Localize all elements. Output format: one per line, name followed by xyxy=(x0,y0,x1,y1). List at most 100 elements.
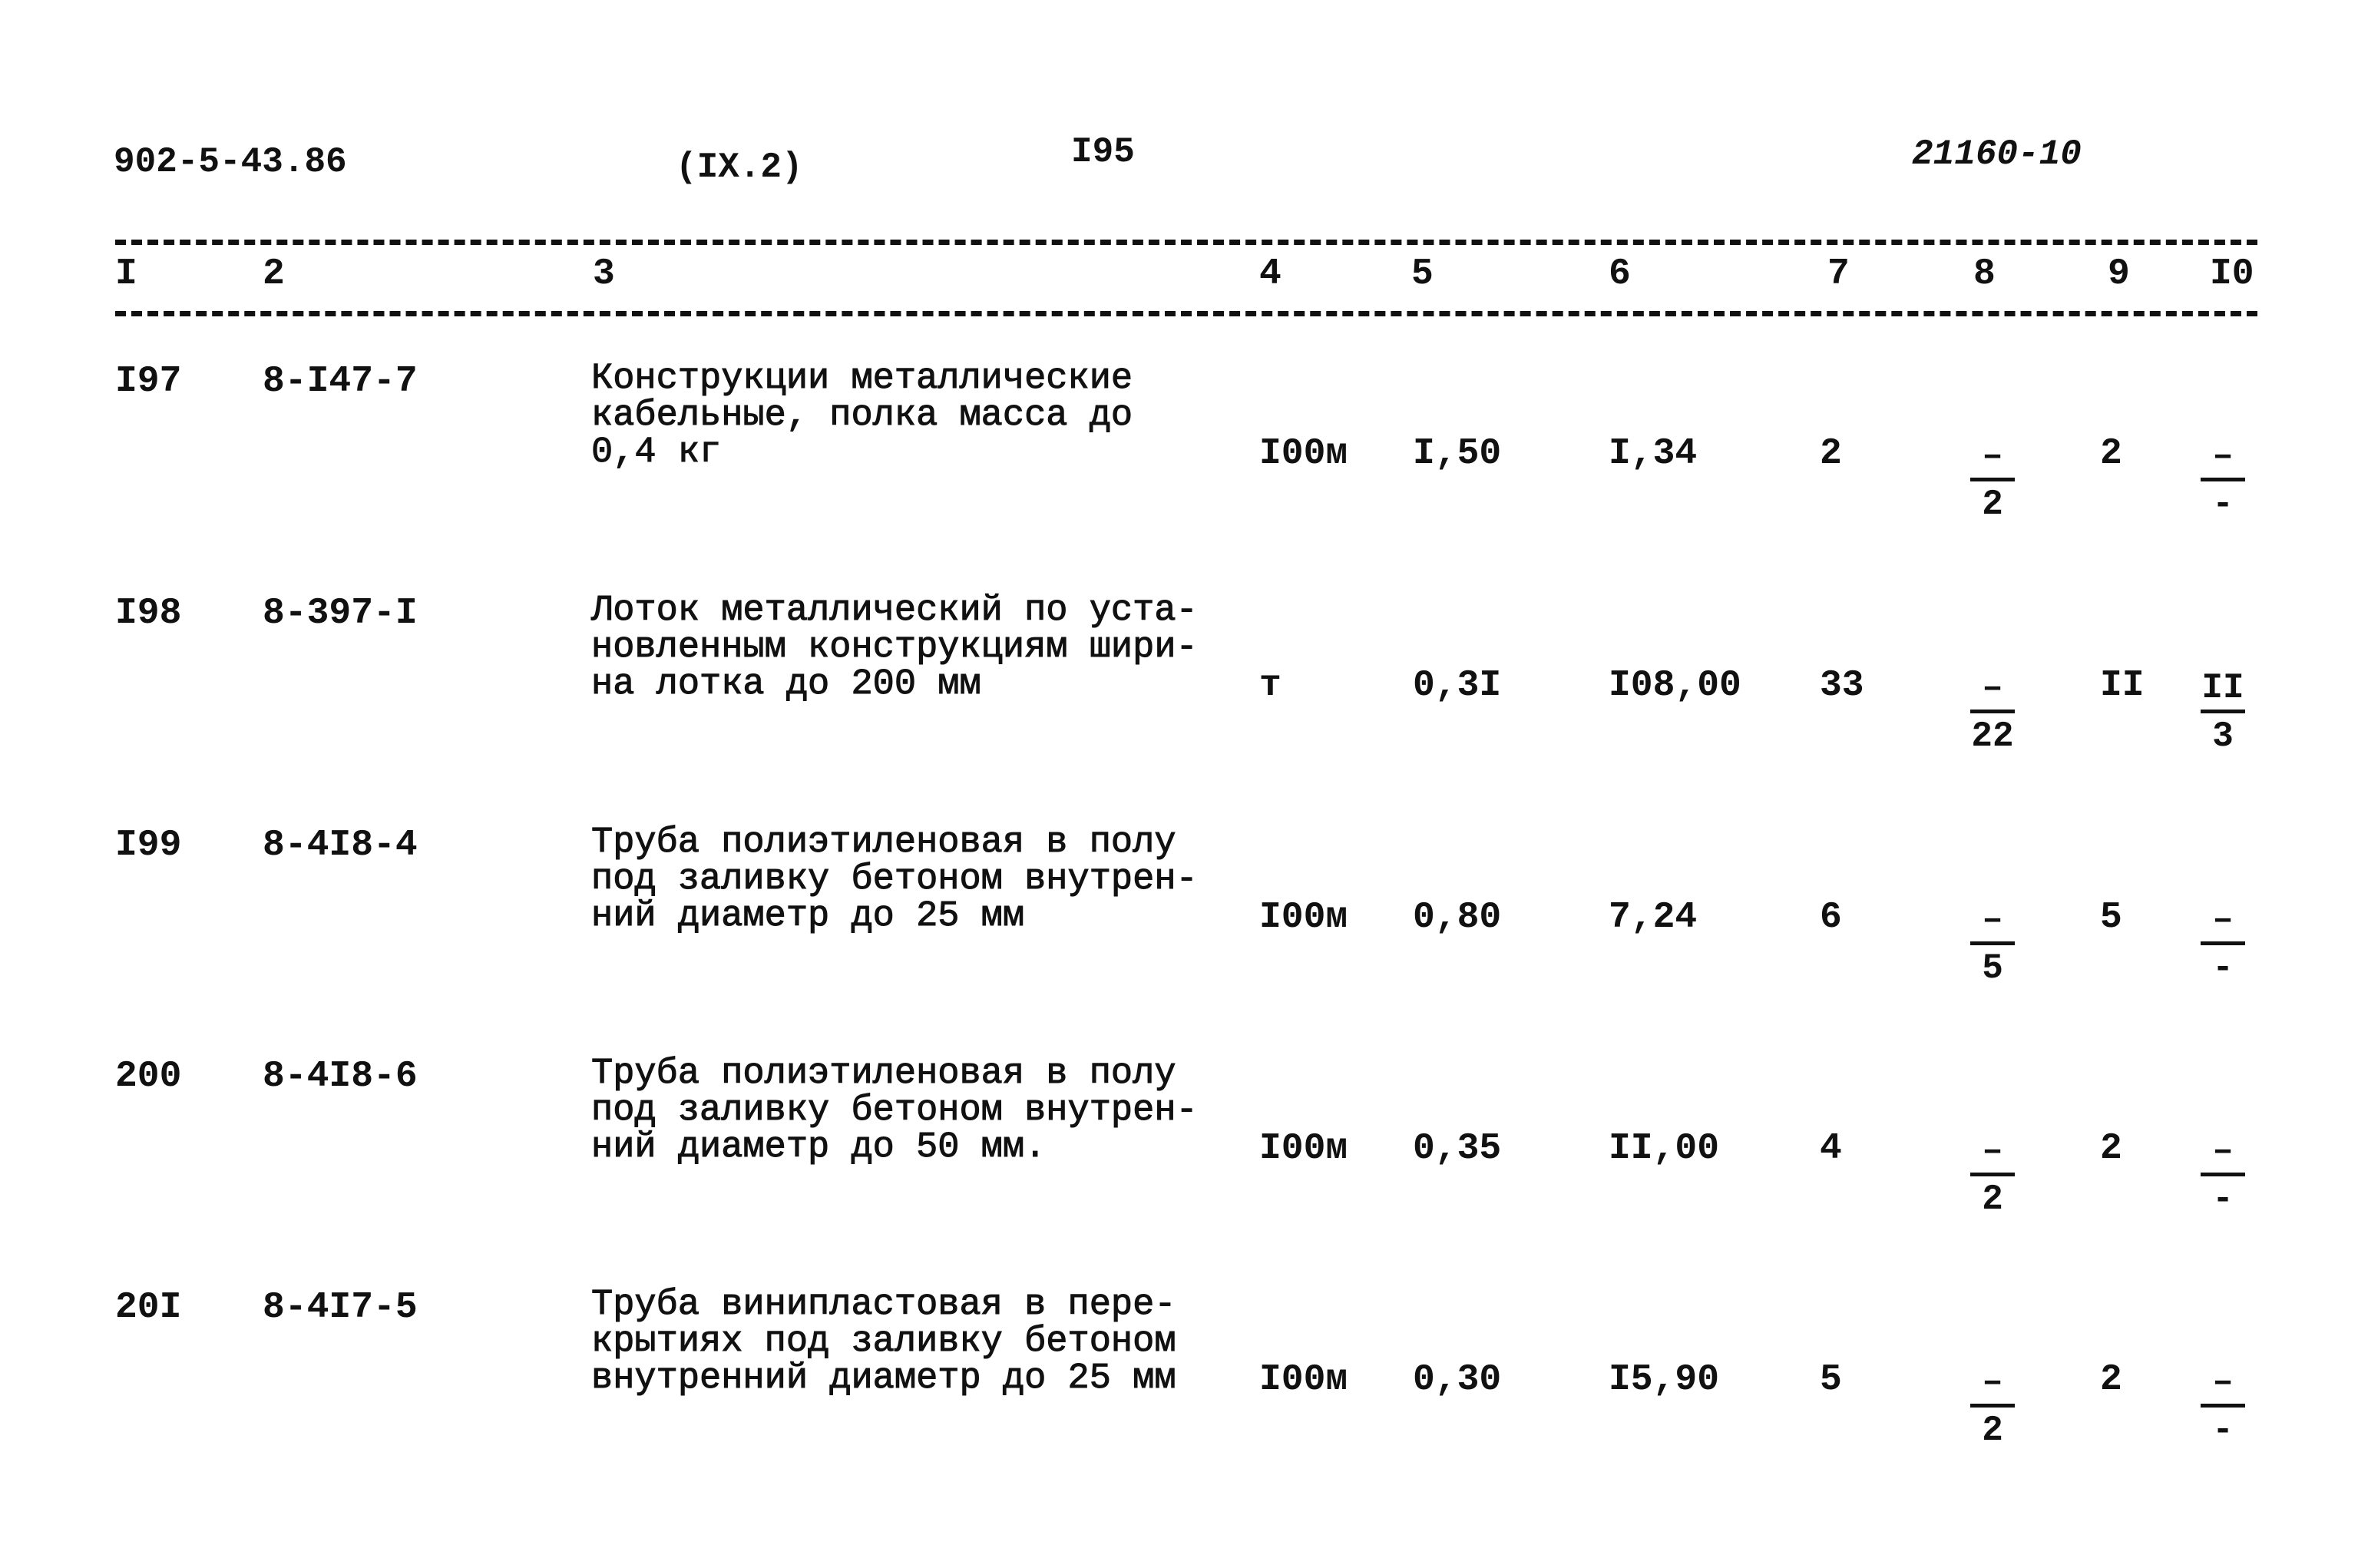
col-9-value: 2 xyxy=(2100,1128,2122,1169)
column-header: 9 xyxy=(2108,253,2130,295)
numerator: – xyxy=(2212,1131,2234,1171)
fraction-bar xyxy=(2201,941,2245,945)
column-header: 4 xyxy=(1259,253,1282,295)
col-10-fraction: – - xyxy=(2196,901,2250,987)
column-header: 3 xyxy=(593,253,615,295)
col-7-value: 6 xyxy=(1820,897,1842,938)
column-header: 7 xyxy=(1827,253,1850,295)
numerator: – xyxy=(2212,1362,2234,1402)
work-description: Труба винипластовая в пере- крытиях под … xyxy=(591,1285,1177,1399)
dashed-rule-top xyxy=(115,240,2257,245)
numerator: II xyxy=(2201,668,2244,708)
rate-code: 8-4I8-4 xyxy=(263,825,418,866)
numerator: – xyxy=(2212,900,2234,940)
col-6-value: 7,24 xyxy=(1609,897,1698,938)
numerator: – xyxy=(2212,436,2234,476)
fraction-bar xyxy=(1970,941,2015,945)
rate-code: 8-4I7-5 xyxy=(263,1287,418,1328)
work-description: Труба полиэтиленовая в полу под заливку … xyxy=(591,1054,1199,1168)
unit: I00м xyxy=(1259,433,1348,475)
denominator: 2 xyxy=(1982,485,2003,524)
col-9-value: 5 xyxy=(2100,897,2122,938)
column-header: I xyxy=(115,253,137,295)
col-7-value: 4 xyxy=(1820,1128,1842,1169)
quantity: 0,30 xyxy=(1413,1359,1502,1401)
col-9-value: 2 xyxy=(2100,433,2122,475)
section-label: (IX.2) xyxy=(676,147,803,187)
column-header: 2 xyxy=(263,253,285,295)
page-number: I95 xyxy=(1071,132,1135,172)
rate-code: 8-397-I xyxy=(263,593,418,634)
denominator: - xyxy=(2212,1179,2234,1219)
col-6-value: I5,90 xyxy=(1609,1359,1720,1401)
quantity: I,50 xyxy=(1413,433,1502,475)
fraction-bar xyxy=(1970,710,2015,713)
col-6-value: I,34 xyxy=(1609,433,1698,475)
col-10-fraction: II 3 xyxy=(2196,670,2250,755)
work-description: Лоток металлический по уста- новленным к… xyxy=(591,590,1199,705)
denominator: 3 xyxy=(2212,716,2234,756)
fraction-bar xyxy=(2201,478,2245,481)
fraction-bar xyxy=(1970,1404,2015,1408)
fraction-bar xyxy=(1970,478,2015,481)
table-row: I99 8-4I8-4 Труба полиэтиленовая в полу … xyxy=(0,822,2358,1055)
numerator: – xyxy=(1982,1131,2003,1171)
col-7-value: 33 xyxy=(1820,665,1864,706)
table-row: 200 8-4I8-6 Труба полиэтиленовая в полу … xyxy=(0,1054,2358,1286)
col-9-value: 2 xyxy=(2100,1359,2122,1401)
col-10-fraction: – - xyxy=(2196,1364,2250,1449)
numerator: – xyxy=(1982,900,2003,940)
work-description: Труба полиэтиленовая в полу под заливку … xyxy=(591,822,1199,937)
numerator: – xyxy=(1982,1362,2003,1402)
fraction-bar xyxy=(1970,1173,2015,1176)
col-7-value: 5 xyxy=(1820,1359,1842,1401)
row-number: I97 xyxy=(115,361,182,402)
col-6-value: I08,00 xyxy=(1609,665,1741,706)
archive-stamp: 21160-10 xyxy=(1912,134,2082,174)
table-row: I97 8-I47-7 Конструкции металлические ка… xyxy=(0,359,2358,591)
dashed-rule-bottom xyxy=(115,311,2257,316)
column-header: 8 xyxy=(1973,253,1996,295)
col-6-value: II,00 xyxy=(1609,1128,1720,1169)
fraction-bar xyxy=(2201,1173,2245,1176)
quantity: 0,3I xyxy=(1413,665,1502,706)
work-description: Конструкции металлические кабельные, пол… xyxy=(590,359,1133,473)
row-number: 200 xyxy=(115,1056,182,1097)
row-number: I98 xyxy=(115,593,182,634)
denominator: - xyxy=(2212,948,2234,988)
numerator: – xyxy=(1982,436,2003,476)
column-header: I0 xyxy=(2210,253,2254,295)
quantity: 0,80 xyxy=(1413,897,1502,938)
denominator: 5 xyxy=(1982,948,2003,988)
fraction-bar xyxy=(2201,710,2245,713)
denominator: 22 xyxy=(1971,716,2014,756)
rate-code: 8-4I8-6 xyxy=(263,1056,418,1097)
table-row: I98 8-397-I Лоток металлический по уста-… xyxy=(0,590,2358,823)
unit: т xyxy=(1259,665,1282,706)
fraction-bar xyxy=(2201,1404,2245,1408)
denominator: - xyxy=(2212,1411,2234,1451)
denominator: 2 xyxy=(1982,1179,2003,1219)
unit: I00м xyxy=(1259,1128,1348,1169)
numerator: – xyxy=(1982,668,2003,708)
quantity: 0,35 xyxy=(1413,1128,1502,1169)
col-8-fraction: –2 xyxy=(1966,438,2019,523)
row-number: I99 xyxy=(115,825,182,866)
col-7-value: 2 xyxy=(1820,433,1842,475)
document-code: 902-5-43.86 xyxy=(114,142,347,182)
column-header: 5 xyxy=(1411,253,1434,295)
unit: I00м xyxy=(1259,1359,1348,1401)
col-8-fraction: – 22 xyxy=(1966,670,2019,755)
col-8-fraction: –2 xyxy=(1966,1133,2019,1218)
col-10-fraction: – - xyxy=(2196,438,2250,523)
table-row: 20I 8-4I7-5 Труба винипластовая в пере- … xyxy=(0,1285,2358,1517)
denominator: 2 xyxy=(1982,1411,2003,1451)
row-number: 20I xyxy=(115,1287,182,1328)
col-10-fraction: – - xyxy=(2196,1133,2250,1218)
col-8-fraction: –2 xyxy=(1966,1364,2019,1449)
unit: I00м xyxy=(1259,897,1348,938)
col-9-value: II xyxy=(2100,665,2145,706)
column-header: 6 xyxy=(1609,253,1631,295)
denominator: - xyxy=(2212,485,2234,524)
rate-code: 8-I47-7 xyxy=(263,361,418,402)
